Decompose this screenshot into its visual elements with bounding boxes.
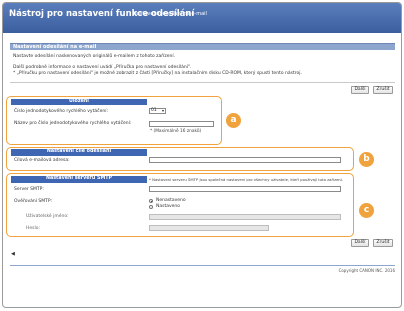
description-line-1: Nastavte odesílání naskenovaných originá… [13,54,176,59]
dest-section-header: Nastavení cíle odesílání [11,149,147,155]
chevron-down-icon: ▾ [161,108,164,113]
cancel-button-bottom[interactable]: Zrušit [373,239,393,247]
footer-divider [10,265,395,266]
smtp-server-input[interactable] [149,186,341,192]
auth-off-radio[interactable] [149,199,153,203]
next-button-top[interactable]: Další [351,86,369,94]
description-line-3: * „Příručku pro nastavení odesílání" je … [13,71,302,76]
max-length-note: * (Maximálně 16 znaků) [150,129,202,134]
dest-email-label: Cílová e-mailová adresa: [14,158,70,163]
copyright-text: Copyright CANON INC. 2016 [338,268,395,273]
auth-on-label: Nastaveno [156,204,181,209]
page-title-bar: Nastavení odesílání na e-mail [10,43,395,50]
dest-section-line [11,155,147,156]
auth-off-label: Nenastaveno [156,198,186,203]
app-header: Nástroj pro nastavení funkce odesílání N… [3,3,401,33]
callout-b-badge: b [359,152,374,167]
save-section-header: Uložení [11,99,147,105]
auth-on-radio[interactable] [149,205,153,209]
smtp-auth-label: Ověřování SMTP: [14,199,53,204]
back-to-top-icon[interactable]: ◀ [11,251,15,257]
speed-dial-label: Číslo jednodotykového rychlého vytáčení: [14,109,108,114]
speed-dial-select[interactable]: 01 ▾ [149,108,166,114]
callout-a-badge: a [226,113,241,128]
smtp-username-label: Uživatelské jméno: [26,214,69,219]
dest-email-input[interactable] [149,157,341,163]
speed-dial-name-input[interactable] [149,121,214,127]
app-subtitle: Nastavení odesílání na e-mail [133,11,207,17]
next-button-bottom[interactable]: Další [351,239,369,247]
app-window: Nástroj pro nastavení funkce odesílání N… [2,2,402,308]
description-line-2: Další podrobné informace o nastavení uvá… [13,65,192,70]
smtp-username-input[interactable] [149,214,341,220]
divider [10,82,395,83]
cancel-button-top[interactable]: Zrušit [373,86,393,94]
speed-dial-name-label: Název pro číslo jednodotykového rychlého… [14,121,132,126]
callout-c-badge: c [359,203,374,218]
smtp-section-header: Nastavení serveru SMTP [11,176,147,182]
smtp-section-line [11,182,147,183]
smtp-password-input[interactable] [149,225,269,231]
smtp-note: * Nastavení serveru SMTP jsou společná n… [149,177,344,182]
speed-dial-value: 01 [151,108,157,113]
smtp-server-label: Server SMTP: [14,187,44,192]
smtp-password-label: Heslo: [26,226,41,231]
page-title: Nastavení odesílání na e-mail [13,44,97,50]
